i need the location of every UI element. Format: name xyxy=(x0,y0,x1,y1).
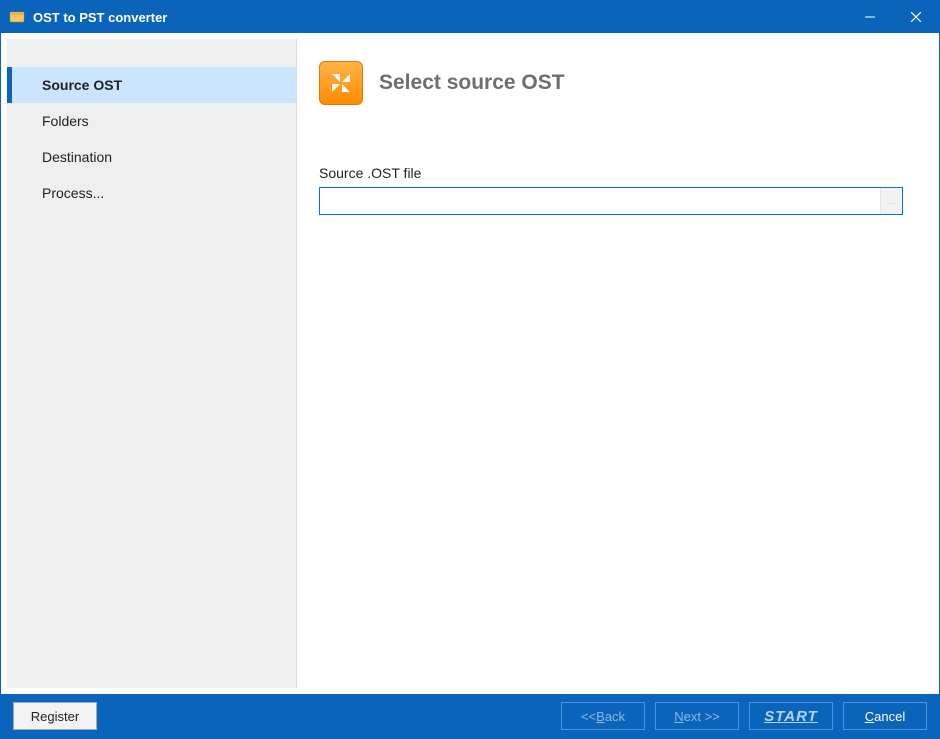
window-title: OST to PST converter xyxy=(33,10,167,25)
footer: Register << Back Next >> START Cancel xyxy=(1,694,939,738)
titlebar: OST to PST converter xyxy=(1,1,939,33)
minimize-button[interactable] xyxy=(847,1,893,33)
source-file-field: ... xyxy=(319,187,903,215)
browse-button[interactable]: ... xyxy=(880,188,902,214)
cancel-button[interactable]: Cancel xyxy=(843,702,927,730)
sidebar-item-destination[interactable]: Destination xyxy=(7,139,296,175)
sidebar-item-label: Source OST xyxy=(42,77,122,93)
sidebar: Source OST Folders Destination Process..… xyxy=(7,39,297,688)
sidebar-item-label: Folders xyxy=(42,113,89,129)
next-rest: ext >> xyxy=(684,709,720,724)
window-controls xyxy=(847,1,939,33)
page-title: Select source OST xyxy=(379,71,565,95)
sidebar-item-label: Process... xyxy=(42,185,104,201)
sidebar-item-source-ost[interactable]: Source OST xyxy=(7,67,296,103)
register-button[interactable]: Register xyxy=(13,702,97,730)
app-window: OST to PST converter Source OST Folders xyxy=(0,0,940,739)
app-icon xyxy=(9,9,25,25)
sidebar-item-folders[interactable]: Folders xyxy=(7,103,296,139)
page-header: Select source OST xyxy=(319,61,905,105)
close-button[interactable] xyxy=(893,1,939,33)
back-mnemonic: B xyxy=(596,709,605,724)
back-prefix: << xyxy=(581,709,596,724)
start-button[interactable]: START xyxy=(749,702,833,730)
next-button[interactable]: Next >> xyxy=(655,702,739,730)
sidebar-item-label: Destination xyxy=(42,149,112,165)
cancel-mnemonic: C xyxy=(865,709,874,724)
back-rest: ack xyxy=(605,709,625,724)
sidebar-item-process[interactable]: Process... xyxy=(7,175,296,211)
main-panel: Select source OST Source .OST file ... xyxy=(297,39,933,688)
convert-icon xyxy=(319,61,363,105)
body: Source OST Folders Destination Process..… xyxy=(1,33,939,694)
back-button[interactable]: << Back xyxy=(561,702,645,730)
next-mnemonic: N xyxy=(674,709,683,724)
source-file-input[interactable] xyxy=(320,188,880,214)
cancel-rest: ancel xyxy=(874,709,905,724)
source-file-label: Source .OST file xyxy=(319,165,905,181)
